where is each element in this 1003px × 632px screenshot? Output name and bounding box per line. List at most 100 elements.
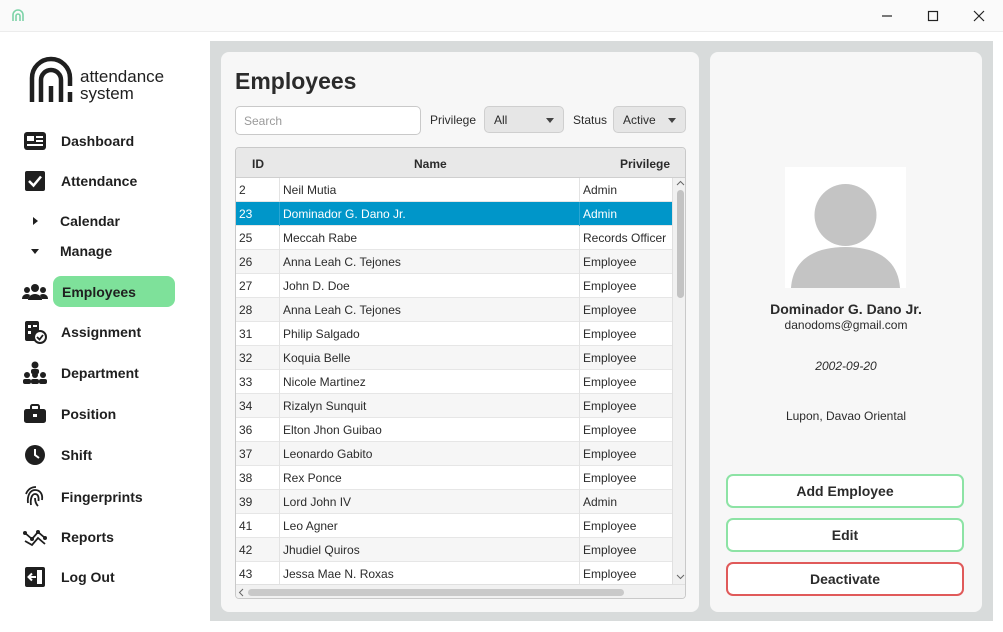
privilege-select-value: All [494, 113, 508, 127]
cell-privilege: Employee [583, 519, 637, 533]
sidebar-item-assignment[interactable]: Assignment [0, 316, 200, 348]
sidebar-item-label: Assignment [61, 324, 142, 340]
table-row[interactable]: 43 Jessa Mae N. Roxas Employee [236, 562, 672, 584]
cell-name: Anna Leah C. Tejones [283, 303, 401, 317]
column-divider [579, 202, 580, 226]
table-row[interactable]: 2 Neil Mutia Admin [236, 178, 672, 202]
sidebar-item-manage[interactable]: Manage [0, 235, 200, 267]
column-divider [279, 538, 280, 562]
table-row[interactable]: 26 Anna Leah C. Tejones Employee [236, 250, 672, 274]
users-icon [22, 280, 48, 304]
column-header-privilege[interactable]: Privilege [620, 157, 670, 171]
add-employee-button[interactable]: Add Employee [726, 474, 964, 508]
dashboard-icon [22, 129, 48, 153]
cell-name: Dominador G. Dano Jr. [283, 207, 406, 221]
column-divider [579, 274, 580, 298]
sidebar-item-fingerprints[interactable]: Fingerprints [0, 481, 200, 513]
cell-id: 38 [239, 471, 253, 485]
column-divider [579, 322, 580, 346]
sidebar-item-employees[interactable]: Employees [0, 276, 200, 308]
column-header-id[interactable]: ID [252, 157, 264, 171]
sidebar-item-dashboard[interactable]: Dashboard [0, 125, 200, 157]
table-row[interactable]: 38 Rex Ponce Employee [236, 466, 672, 490]
cell-privilege: Employee [583, 303, 637, 317]
scroll-down-icon[interactable] [676, 574, 685, 580]
scrollbar-thumb[interactable] [248, 589, 624, 596]
cell-name: Koquia Belle [283, 351, 351, 365]
sidebar-item-label: Department [61, 365, 139, 381]
sidebar-item-attendance[interactable]: Attendance [0, 165, 200, 197]
cell-privilege: Admin [583, 207, 618, 221]
privilege-select[interactable]: All [484, 106, 564, 133]
sidebar-item-calendar[interactable]: Calendar [0, 205, 200, 237]
column-divider [279, 274, 280, 298]
cell-id: 25 [239, 231, 253, 245]
search-input[interactable] [235, 106, 421, 135]
column-divider [279, 178, 280, 202]
table-row[interactable]: 41 Leo Agner Employee [236, 514, 672, 538]
close-icon [973, 10, 985, 22]
cell-id: 32 [239, 351, 253, 365]
table-row[interactable]: 37 Leonardo Gabito Employee [236, 442, 672, 466]
cell-id: 39 [239, 495, 253, 509]
column-header-name[interactable]: Name [414, 157, 447, 171]
cell-name: Leonardo Gabito [283, 447, 373, 461]
table-row[interactable]: 23 Dominador G. Dano Jr. Admin [236, 202, 672, 226]
privilege-label: Privilege [430, 113, 477, 127]
table-row[interactable]: 28 Anna Leah C. Tejones Employee [236, 298, 672, 322]
sidebar-item-position[interactable]: Position [0, 398, 200, 430]
sidebar-item-logout[interactable]: Log Out [0, 561, 200, 593]
cell-name: Elton Jhon Guibao [283, 423, 382, 437]
employees-panel: Employees Privilege All Status Active ID… [221, 52, 699, 612]
employee-email: danodoms@gmail.com [784, 318, 908, 332]
employees-table: ID Name Privilege 2 Neil Mutia Admin 23 Domi… [235, 147, 686, 599]
vertical-scrollbar[interactable] [672, 178, 685, 584]
cell-name: Philip Salgado [283, 327, 360, 341]
scroll-up-icon[interactable] [676, 180, 685, 186]
minimize-button[interactable] [864, 0, 910, 32]
scroll-left-icon[interactable] [238, 588, 244, 597]
cell-privilege: Employee [583, 447, 637, 461]
cell-id: 42 [239, 543, 253, 557]
deactivate-button[interactable]: Deactivate [726, 562, 964, 596]
table-row[interactable]: 33 Nicole Martinez Employee [236, 370, 672, 394]
logo-text: attendance system [80, 68, 164, 102]
cell-name: Jhudiel Quiros [283, 543, 360, 557]
sidebar-item-reports[interactable]: Reports [0, 521, 200, 553]
column-divider [279, 442, 280, 466]
employee-name: Dominador G. Dano Jr. [770, 301, 922, 317]
column-divider [579, 418, 580, 442]
table-row[interactable]: 42 Jhudiel Quiros Employee [236, 538, 672, 562]
employee-birthdate: 2002-09-20 [815, 359, 877, 373]
table-row[interactable]: 32 Koquia Belle Employee [236, 346, 672, 370]
cell-privilege: Employee [583, 279, 637, 293]
sidebar-item-label: Dashboard [61, 133, 135, 149]
cell-id: 33 [239, 375, 253, 389]
scrollbar-thumb[interactable] [677, 190, 684, 298]
sidebar-item-label: Reports [61, 529, 114, 545]
edit-button[interactable]: Edit [726, 518, 964, 552]
sidebar-item-label: Position [61, 406, 117, 422]
status-select[interactable]: Active [613, 106, 686, 133]
maximize-button[interactable] [910, 0, 956, 32]
table-row[interactable]: 39 Lord John IV Admin [236, 490, 672, 514]
table-row[interactable]: 34 Rizalyn Sunquit Employee [236, 394, 672, 418]
column-divider [579, 178, 580, 202]
logo-line-2: system [80, 84, 134, 103]
table-row[interactable]: 36 Elton Jhon Guibao Employee [236, 418, 672, 442]
sidebar-item-department[interactable]: Department [0, 357, 200, 389]
cell-privilege: Employee [583, 423, 637, 437]
table-row[interactable]: 25 Meccah Rabe Records Officer [236, 226, 672, 250]
page-title: Employees [235, 68, 357, 94]
horizontal-scrollbar[interactable] [236, 584, 685, 598]
table-row[interactable]: 27 John D. Doe Employee [236, 274, 672, 298]
avatar [785, 167, 906, 288]
cell-privilege: Employee [583, 471, 637, 485]
close-button[interactable] [956, 0, 1002, 32]
briefcase-icon [22, 402, 48, 426]
cell-privilege: Employee [583, 255, 637, 269]
logo-line-1: attendance [80, 67, 165, 86]
cell-name: Rex Ponce [283, 471, 342, 485]
sidebar-item-shift[interactable]: Shift [0, 439, 200, 471]
table-row[interactable]: 31 Philip Salgado Employee [236, 322, 672, 346]
